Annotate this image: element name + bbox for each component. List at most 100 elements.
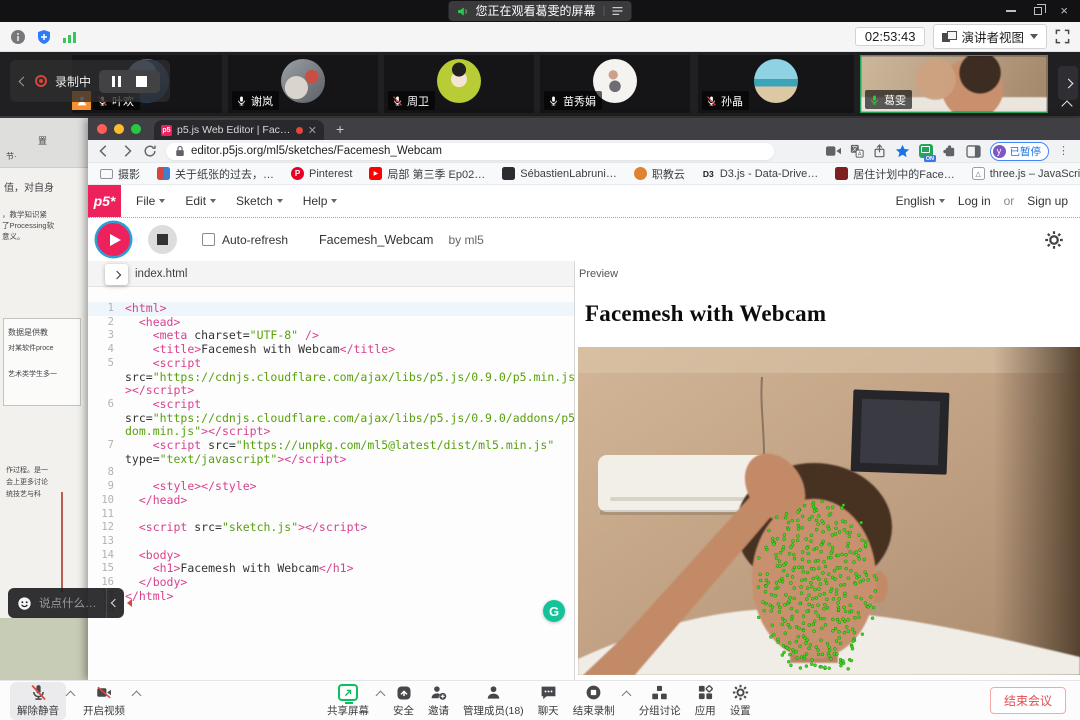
code-line[interactable]: 5 <script <box>88 357 574 371</box>
bookmark-star-icon[interactable] <box>895 144 910 158</box>
collapse-strip-button[interactable] <box>1063 97 1071 115</box>
dock-camera-off-button[interactable]: 开启视频 <box>76 682 132 720</box>
code-line[interactable]: 3 <meta charset="UTF-8" /> <box>88 329 574 343</box>
browser-tab[interactable]: p5 p5.js Web Editor | Facem ✕ <box>154 120 324 140</box>
smiley-icon[interactable] <box>17 596 32 611</box>
dock-caret-icon[interactable] <box>376 691 386 701</box>
dock-share-screen-button[interactable]: 共享屏幕 <box>320 682 376 720</box>
back-icon[interactable] <box>97 144 111 158</box>
bookmark-4[interactable]: ▶局部 第三季 Ep02… <box>369 166 485 182</box>
browser-menu-icon[interactable]: ⋮ <box>1058 147 1069 155</box>
network-signal-icon[interactable] <box>62 30 78 44</box>
bookmark-8[interactable]: 居住计划中的Face… <box>835 166 954 182</box>
code-line[interactable]: 2 <head> <box>88 316 574 330</box>
dock-caret-icon[interactable] <box>132 691 142 701</box>
code-line[interactable]: 10 </head> <box>88 494 574 508</box>
translate-icon[interactable]: 文 A <box>850 144 864 158</box>
mac-close-button[interactable] <box>97 124 107 134</box>
code-line[interactable]: 14 <body> <box>88 549 574 563</box>
dock-gear-button[interactable]: 设置 <box>723 682 758 720</box>
bookmark-3[interactable]: PPinterest <box>291 167 352 180</box>
p5-logo[interactable]: p5* <box>88 185 121 217</box>
bookmark-7[interactable]: D3D3.js - Data-Drive… <box>702 167 818 180</box>
participant-tile-4[interactable]: 苗秀娟 <box>540 55 690 113</box>
code-line[interactable]: type="text/javascript"></script> <box>88 453 574 467</box>
language-select[interactable]: English <box>896 194 945 208</box>
chat-input[interactable]: 说点什么… <box>8 588 106 618</box>
dock-caret-icon[interactable] <box>621 691 631 701</box>
pause-recording-button[interactable] <box>112 76 121 87</box>
login-link[interactable]: Log in <box>958 194 991 208</box>
url-bar[interactable]: editor.p5js.org/ml5/sketches/Facemesh_We… <box>166 143 774 160</box>
grammarly-icon[interactable]: G <box>543 600 565 622</box>
collapse-chat-button[interactable] <box>106 588 124 618</box>
sidebar-expand-button[interactable] <box>105 264 128 285</box>
profile-paused-badge[interactable]: y 已暂停 <box>990 142 1050 161</box>
code-line[interactable]: ></script> <box>88 384 574 398</box>
code-line[interactable]: 6 <script <box>88 398 574 412</box>
dock-breakout-button[interactable]: 分组讨论 <box>632 682 688 720</box>
dock-apps-button[interactable]: 应用 <box>688 682 723 720</box>
file-tab-indexhtml[interactable]: index.html <box>135 268 187 280</box>
code-line[interactable]: 8 <box>88 466 574 480</box>
fullscreen-icon[interactable] <box>1055 29 1070 44</box>
menu-file[interactable]: File <box>136 194 165 208</box>
banner-menu-icon[interactable] <box>604 6 624 16</box>
minimize-button[interactable] <box>1006 10 1016 12</box>
dock-chat-button[interactable]: 聊天 <box>531 682 566 720</box>
menu-sketch[interactable]: Sketch <box>236 194 283 208</box>
dock-stop-record-button[interactable]: 结束录制 <box>566 682 622 720</box>
code-line[interactable]: 16 </body> <box>88 576 574 590</box>
bookmark-2[interactable]: 关于纸张的过去，… <box>157 166 274 182</box>
collapse-recording-icon[interactable] <box>19 76 29 86</box>
mac-zoom-button[interactable] <box>131 124 141 134</box>
next-participants-button[interactable] <box>1058 66 1078 100</box>
bookmark-6[interactable]: 职教云 <box>634 166 685 182</box>
extension-on-icon[interactable]: ON <box>919 144 933 158</box>
code-line[interactable]: 7 <script src="https://unpkg.com/ml5@lat… <box>88 439 574 453</box>
sidebar-icon[interactable] <box>966 145 981 158</box>
participant-tile-5[interactable]: 孙晶 <box>698 55 854 113</box>
code-line[interactable]: 11 <box>88 508 574 522</box>
camera-permission-icon[interactable] <box>826 145 841 157</box>
restore-button[interactable] <box>1034 7 1042 15</box>
end-meeting-button[interactable]: 结束会议 <box>990 687 1066 714</box>
forward-icon[interactable] <box>120 144 134 158</box>
code-line[interactable]: dom.min.js"></script> <box>88 425 574 439</box>
stop-button[interactable] <box>148 225 177 254</box>
close-button[interactable]: × <box>1060 0 1068 22</box>
dock-mic-muted-button[interactable]: 解除静音 <box>10 682 66 720</box>
code-line[interactable]: 18 <box>88 603 574 617</box>
code-line[interactable]: 9 <style></style> <box>88 480 574 494</box>
sketch-name[interactable]: Facemesh_Webcam <box>319 233 433 247</box>
signup-link[interactable]: Sign up <box>1027 194 1068 208</box>
stop-recording-button[interactable] <box>136 76 147 87</box>
dock-invite-button[interactable]: 邀请 <box>421 682 456 720</box>
bookmark-9[interactable]: △three.js – JavaScri… <box>972 167 1080 180</box>
watching-banner[interactable]: 您正在观看葛雯的屏幕 <box>448 1 631 21</box>
code-line[interactable]: 15 <h1>Facemesh with Webcam</h1> <box>88 562 574 576</box>
participant-tile-6[interactable]: 葛雯 <box>860 55 1048 113</box>
preferences-gear-icon[interactable] <box>1044 230 1064 250</box>
tab-close-icon[interactable]: ✕ <box>308 124 317 137</box>
code-line[interactable]: src="https://cdnjs.cloudflare.com/ajax/l… <box>88 412 574 426</box>
dock-shield-button[interactable]: 安全 <box>386 682 421 720</box>
code-line[interactable]: src="https://cdnjs.cloudflare.com/ajax/l… <box>88 371 574 385</box>
participant-tile-3[interactable]: 周卫 <box>384 55 534 113</box>
extensions-puzzle-icon[interactable] <box>942 144 957 159</box>
code-line[interactable]: 13 <box>88 535 574 549</box>
participant-tile-2[interactable]: 谢岚 <box>228 55 378 113</box>
bookmark-5[interactable]: SébastienLabruni… <box>502 167 617 180</box>
dock-caret-icon[interactable] <box>66 691 76 701</box>
code-line[interactable]: 1<html> <box>88 302 574 316</box>
code-line[interactable]: 17</html> <box>88 590 574 604</box>
view-mode-button[interactable]: 演讲者视图 <box>933 24 1047 49</box>
menu-edit[interactable]: Edit <box>185 194 216 208</box>
play-button[interactable] <box>97 223 130 256</box>
new-tab-button[interactable]: + <box>336 121 344 137</box>
code-line[interactable]: 12 <script src="sketch.js"></script> <box>88 521 574 535</box>
code-editor[interactable]: 1<html>2 <head>3 <meta charset="UTF-8" /… <box>88 287 574 680</box>
dock-members-button[interactable]: 管理成员(18) <box>456 682 531 720</box>
bookmark-1[interactable]: 摄影 <box>100 166 140 182</box>
menu-help[interactable]: Help <box>303 194 338 208</box>
